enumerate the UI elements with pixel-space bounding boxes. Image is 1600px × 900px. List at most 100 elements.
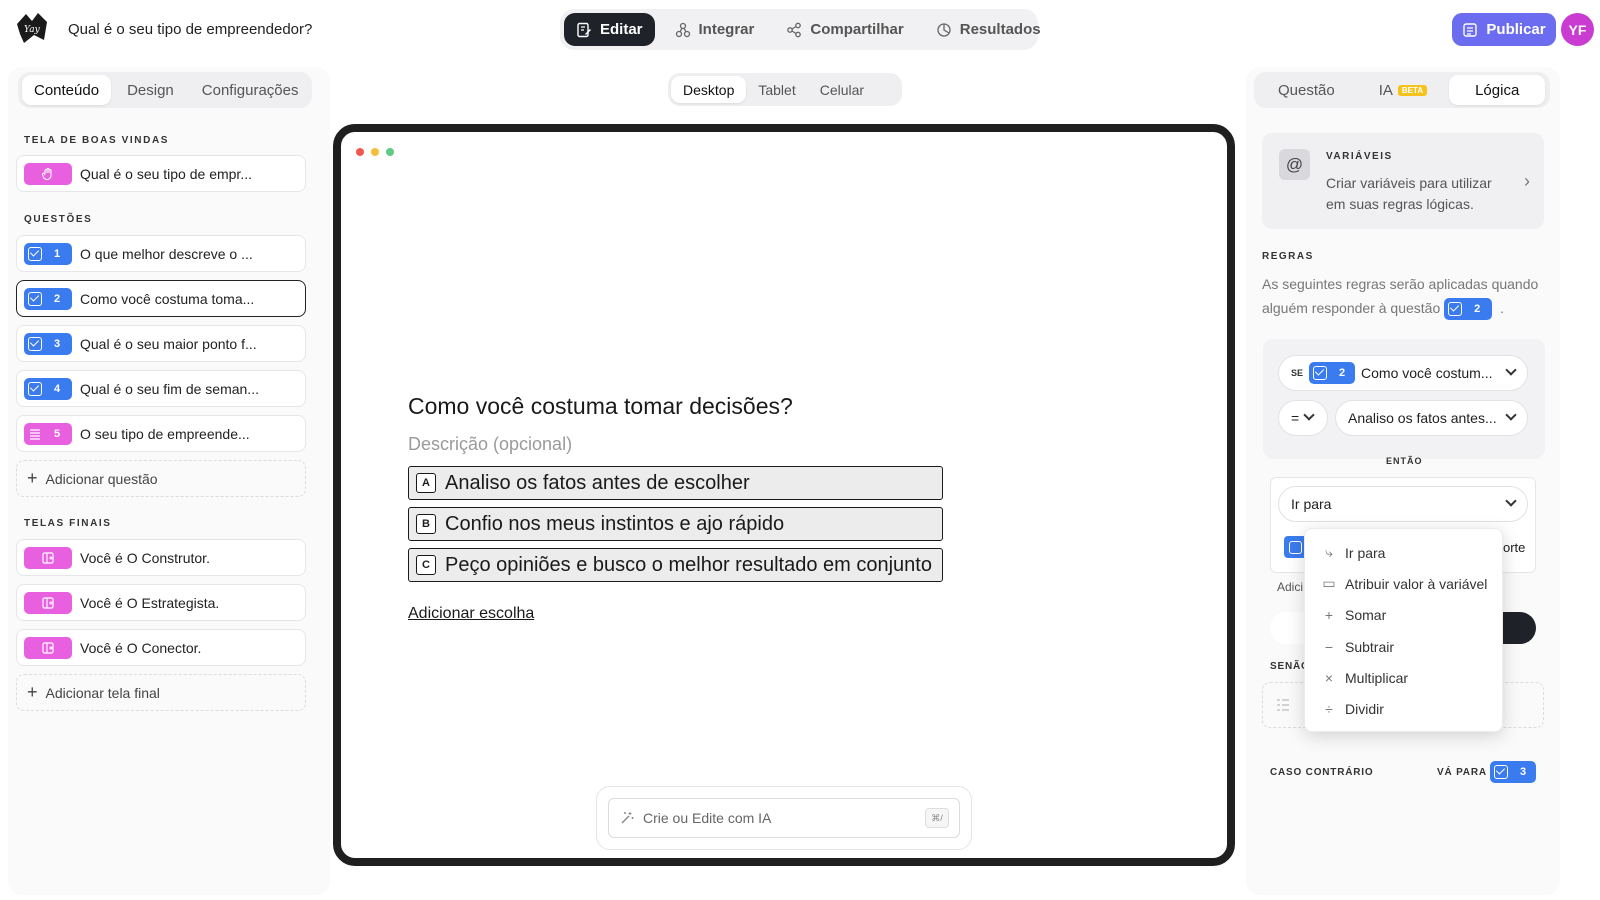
question-item-3[interactable]: 3 Qual é o seu maior ponto f... [16, 325, 306, 362]
list-icon [1277, 699, 1289, 711]
chevron-down-icon [1505, 364, 1517, 376]
menu-item-subtrair[interactable]: − Subtrair [1305, 631, 1502, 662]
tab-celular[interactable]: Celular [808, 76, 876, 103]
rules-label: REGRAS [1262, 251, 1314, 262]
close-dot-icon [356, 148, 364, 156]
action-dropdown-menu: ⤷ Ir para ▭ Atribuir valor à variável + … [1304, 528, 1503, 732]
tab-configuracoes[interactable]: Configurações [190, 75, 311, 105]
question-item-text: Qual é o seu maior ponto f... [80, 335, 257, 352]
ending-item-2[interactable]: Você é O Estrategista. [16, 584, 306, 621]
tab-desktop[interactable]: Desktop [671, 76, 747, 103]
checkbox-icon [1313, 366, 1328, 380]
chevron-down-icon [1505, 409, 1517, 421]
hand-wave-icon [41, 167, 52, 180]
choice-key: C [416, 555, 436, 575]
condition-value-text: Analiso os fatos antes... [1348, 410, 1497, 426]
question-item-5[interactable]: 5 O seu tipo de empreende... [16, 415, 306, 452]
chevron-down-icon [1505, 495, 1517, 507]
add-choice-link[interactable]: Adicionar escolha [408, 605, 534, 623]
tab-design[interactable]: Design [115, 75, 186, 105]
tab-tablet[interactable]: Tablet [746, 76, 807, 103]
device-tabs: Desktop Tablet Celular [668, 73, 902, 106]
menu-item-label: Subtrair [1345, 638, 1395, 655]
logo-icon[interactable]: Yay [14, 10, 50, 46]
assign-icon: ▭ [1322, 575, 1336, 592]
add-action-link[interactable]: Adici [1277, 580, 1303, 594]
condition-question-badge: 2 [1309, 362, 1356, 384]
choice-c[interactable]: C Peço opiniões e busco o melhor resulta… [408, 548, 943, 582]
question-number: 2 [54, 292, 61, 305]
welcome-item-text: Qual é o seu tipo de empr... [80, 165, 252, 182]
question-badge: 5 [24, 422, 72, 445]
tab-ia[interactable]: IA BETA [1367, 75, 1439, 105]
variables-description: Criar variáveis para utilizar em suas re… [1326, 175, 1492, 212]
right-tabs: Questão IA BETA Lógica [1254, 72, 1550, 108]
rules-question-badge: 2 [1444, 298, 1493, 321]
maximize-dot-icon [386, 148, 394, 156]
welcome-badge [24, 162, 72, 185]
at-sign-icon: @ [1279, 149, 1310, 180]
va-para-label: VÁ PARA [1437, 767, 1487, 778]
menu-item-label: Somar [1345, 607, 1387, 624]
main-nav-tabs: Editar Integrar Compartilhar Resultados [560, 9, 1041, 50]
question-item-text: Como você costuma toma... [80, 290, 255, 307]
question-item-2[interactable]: 2 Como você costuma toma... [16, 280, 306, 317]
tab-compartilhar[interactable]: Compartilhar [774, 13, 915, 46]
question-item-1[interactable]: 1 O que melhor descreve o ... [16, 235, 306, 272]
ending-badge [24, 591, 72, 614]
welcome-section-label: TELA DE BOAS VINDAS [24, 135, 170, 146]
ai-placeholder: Crie ou Edite com IA [643, 810, 772, 826]
condition-value-select[interactable]: Analiso os fatos antes... [1335, 400, 1528, 436]
menu-item-somar[interactable]: + Somar [1305, 600, 1502, 631]
plus-icon: + [1324, 607, 1334, 624]
tab-label: Integrar [698, 21, 755, 38]
variables-card[interactable]: @ VARIÁVEIS Criar variáveis para utiliza… [1262, 133, 1544, 229]
question-title[interactable]: Como você costuma tomar decisões? [408, 393, 793, 420]
choice-a[interactable]: A Analiso os fatos antes de escolher [408, 466, 943, 500]
add-question-button[interactable]: + Adicionar questão [16, 460, 306, 497]
form-title[interactable]: Qual é o seu tipo de empreendedor? [68, 21, 312, 38]
primary-button[interactable] [1500, 612, 1536, 644]
ai-prompt-box: Crie ou Edite com IA ⌘/ [596, 786, 972, 850]
tab-editar[interactable]: Editar [564, 13, 655, 46]
condition-question-select[interactable]: SE 2 Como você costum... [1278, 355, 1528, 391]
ending-item-text: Você é O Estrategista. [80, 594, 220, 611]
ending-item-1[interactable]: Você é O Construtor. [16, 539, 306, 576]
welcome-screen-item[interactable]: Qual é o seu tipo de empr... [16, 155, 306, 192]
menu-item-label: Multiplicar [1345, 669, 1409, 686]
ai-input[interactable]: Crie ou Edite com IA ⌘/ [608, 798, 960, 838]
svg-text:Yay: Yay [24, 25, 41, 35]
operator-select[interactable]: = [1278, 400, 1328, 436]
plus-icon: + [27, 682, 38, 702]
share-icon [787, 22, 802, 37]
menu-item-dividir[interactable]: ÷ Dividir [1305, 693, 1502, 724]
question-description[interactable]: Descrição (opcional) [408, 434, 572, 455]
magic-wand-icon [621, 812, 634, 824]
tab-logica[interactable]: Lógica [1449, 75, 1546, 105]
publish-button[interactable]: Publicar [1452, 13, 1556, 46]
multiply-icon: × [1324, 669, 1334, 686]
tab-resultados[interactable]: Resultados [924, 13, 1053, 46]
choice-text: Peço opiniões e busco o melhor resultado… [445, 553, 932, 576]
variables-label: VARIÁVEIS [1326, 151, 1393, 162]
rules-description-text: As seguintes regras serão aplicadas quan… [1262, 276, 1539, 316]
checkbox-icon [28, 246, 42, 261]
target-question-text: orte [1503, 540, 1526, 555]
fallback-question-badge[interactable]: 3 [1490, 761, 1536, 783]
question-item-4[interactable]: 4 Qual é o seu fim de seman... [16, 370, 306, 407]
action-select[interactable]: Ir para [1278, 486, 1528, 522]
add-ending-button[interactable]: + Adicionar tela final [16, 674, 306, 711]
tab-questao[interactable]: Questão [1266, 75, 1347, 105]
avatar[interactable]: YF [1561, 13, 1594, 46]
choice-b[interactable]: B Confio nos meus instintos e ajo rápido [408, 507, 943, 541]
caso-contrario-label: CASO CONTRÁRIO [1270, 767, 1374, 778]
menu-item-atribuir[interactable]: ▭ Atribuir valor à variável [1305, 568, 1502, 599]
top-bar: Yay Qual é o seu tipo de empreendedor? E… [0, 0, 1600, 60]
tab-integrar[interactable]: Integrar [663, 13, 767, 46]
ending-item-text: Você é O Construtor. [80, 549, 210, 566]
goto-icon: ⤷ [1325, 544, 1333, 561]
menu-item-ir-para[interactable]: ⤷ Ir para [1305, 537, 1502, 568]
ending-item-3[interactable]: Você é O Conector. [16, 629, 306, 666]
menu-item-multiplicar[interactable]: × Multiplicar [1305, 662, 1502, 693]
tab-conteudo[interactable]: Conteúdo [22, 75, 112, 105]
